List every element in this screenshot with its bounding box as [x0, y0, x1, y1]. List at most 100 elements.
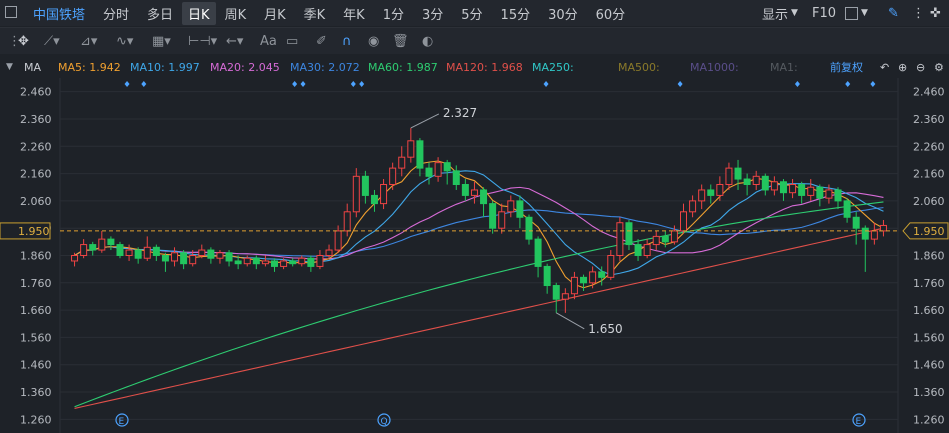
ma-label[interactable]: MA [24, 61, 41, 74]
adjust-button[interactable]: 前复权 [830, 59, 863, 75]
pin-icon[interactable]: ✜ [930, 0, 941, 26]
eraser-icon[interactable]: ✐ [316, 34, 327, 49]
period-tab-7[interactable]: 1分 [374, 4, 413, 23]
y-tick-right: 1.660 [913, 304, 945, 317]
period-tab-11[interactable]: 30分 [539, 4, 587, 23]
ma-item-1[interactable]: MA10: 1.997 [130, 61, 200, 74]
comment-icon[interactable]: ▭ [286, 34, 298, 49]
candle-body [98, 238, 106, 251]
f10-label: F10 [812, 5, 837, 21]
period-tab-8[interactable]: 3分 [413, 4, 452, 23]
top-marker [359, 81, 365, 87]
ma-item-8[interactable]: MA1000: [690, 61, 739, 74]
event-marker-label: E [856, 417, 862, 427]
channel-tool-icon[interactable]: ⊿▾ [80, 34, 97, 49]
candle-body [143, 246, 151, 259]
period-tab-1[interactable]: 多日 [138, 4, 182, 23]
f10-button[interactable]: F10 [812, 0, 836, 26]
top-marker [543, 81, 549, 87]
candle-body [416, 140, 424, 169]
period-tab-5[interactable]: 季K [295, 4, 335, 23]
candle-body [525, 216, 533, 240]
add-icon[interactable]: ⊕ [898, 61, 907, 74]
candle-body [707, 189, 715, 196]
candle-body [852, 216, 860, 229]
candle-body [643, 244, 651, 256]
candle-body [443, 162, 451, 172]
ma-item-3[interactable]: MA30: 2.072 [290, 61, 360, 74]
line-tool-icon[interactable]: ⟋▾ [44, 34, 60, 49]
stock-name[interactable]: 中国铁塔 [24, 4, 94, 23]
window-toggle-icon[interactable] [5, 6, 17, 18]
pen-icon[interactable]: ✎ [888, 0, 899, 26]
ma-item-2[interactable]: MA20: 2.045 [210, 61, 280, 74]
arrow-tool-icon[interactable]: ←▾ [226, 34, 243, 49]
display-menu[interactable]: 显示 ▼ [762, 0, 798, 26]
candle-body [180, 252, 188, 265]
ma-item-5[interactable]: MA120: 1.968 [446, 61, 523, 74]
ma-item-4[interactable]: MA60: 1.987 [368, 61, 438, 74]
top-marker [845, 81, 851, 87]
candle-body [461, 184, 469, 196]
high-annotation: 2.327 [443, 106, 477, 120]
square-icon [845, 6, 858, 20]
magnet-icon[interactable]: ∩ [342, 34, 352, 49]
y-tick-left: 1.760 [20, 277, 52, 290]
candle-body [689, 200, 697, 213]
chevron-down-icon: ▼ [791, 8, 798, 18]
candle-body [280, 260, 288, 267]
top-marker [350, 81, 356, 87]
candle-body [407, 140, 415, 158]
crosshair-icon[interactable]: ✥ [18, 34, 29, 49]
fib-tool-icon[interactable]: ▦▾ [152, 34, 171, 49]
period-tab-3[interactable]: 周K [216, 4, 256, 23]
y-tick-right: 1.760 [913, 277, 945, 290]
settings-icon[interactable]: ⚙ [934, 61, 944, 74]
y-tick-right: 2.360 [913, 113, 945, 126]
ma-item-9[interactable]: MA1: [770, 61, 798, 74]
candle-body [634, 244, 642, 256]
y-tick-right: 1.460 [913, 359, 945, 372]
kline-chart[interactable]: 2.460 2.460 2.360 2.360 2.260 2.260 2.160 2.160… [0, 78, 949, 433]
chevron-down-icon: ▼ [861, 8, 868, 18]
remove-icon[interactable]: ⊖ [916, 61, 925, 74]
period-tab-2[interactable]: 日K [182, 1, 216, 25]
ma-item-7[interactable]: MA500: [618, 61, 660, 74]
candle-body [161, 255, 169, 262]
period-tab-6[interactable]: 年K [334, 4, 374, 23]
ma-item-6[interactable]: MA250: [532, 61, 574, 74]
top-marker [794, 81, 800, 87]
candle-body [625, 222, 633, 246]
y-tick-right: 2.060 [913, 195, 945, 208]
range-tool-icon[interactable]: ⊢⊣▾ [188, 34, 217, 49]
dots-icon[interactable]: ⋮ [912, 0, 925, 26]
period-tab-10[interactable]: 15分 [492, 4, 540, 23]
y-tick-left: 2.460 [20, 86, 52, 99]
candle-body [507, 200, 515, 213]
ma60-line [74, 201, 884, 408]
toggle-icon[interactable]: ◐ [422, 34, 433, 49]
y-tick-left: 1.260 [20, 413, 52, 426]
period-tab-9[interactable]: 5分 [452, 4, 491, 23]
trash-icon[interactable]: 🗑 [392, 34, 409, 49]
period-tab-4[interactable]: 月K [255, 4, 295, 23]
text-tool[interactable]: Aa [260, 34, 277, 49]
candle-body [516, 200, 524, 218]
undo-icon[interactable]: ↶ [880, 61, 889, 74]
candle-body [152, 246, 160, 257]
candle-body [861, 227, 869, 240]
candle-body [834, 189, 842, 202]
candle-body [498, 211, 506, 229]
collapse-icon[interactable]: ▼ [6, 62, 13, 72]
candle-body [779, 181, 787, 194]
wave-tool-icon[interactable]: ∿▾ [116, 34, 133, 49]
layout-menu[interactable]: ▼ [845, 0, 868, 26]
candle-body [543, 265, 551, 287]
top-marker [870, 81, 876, 87]
candle-body [198, 249, 206, 257]
period-tab-12[interactable]: 60分 [587, 4, 635, 23]
period-tab-0[interactable]: 分时 [94, 4, 138, 23]
candle-body [589, 271, 597, 284]
ma-item-0[interactable]: MA5: 1.942 [58, 61, 121, 74]
eye-icon[interactable]: ◉ [368, 34, 379, 49]
